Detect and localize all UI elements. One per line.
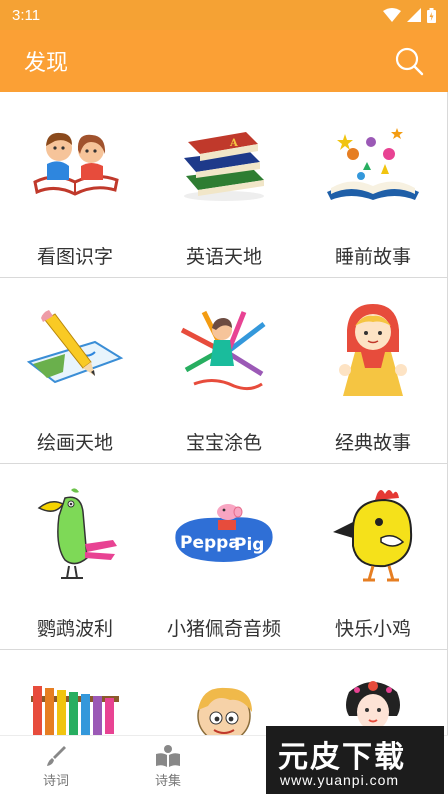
svg-text:A: A (229, 138, 238, 149)
grid-item-label: 小猪佩奇音频 (166, 618, 281, 640)
feature-grid: 看图识字 A 英语天地 睡前故事 绘画天地 宝宝涂色 经典故事 鹦鹉波利 Pep… (0, 92, 448, 735)
grid-item-english[interactable]: A 英语天地 (149, 92, 299, 278)
xylophone-icon (31, 686, 119, 735)
open-storybook-icon (327, 128, 419, 200)
book-icon (156, 745, 180, 767)
tab-poem-collection[interactable]: 诗集 (112, 736, 224, 797)
status-bar: 3:11 (0, 0, 448, 30)
pencil-drawing-icon (26, 310, 124, 384)
grid-item-label: 看图识字 (36, 246, 113, 268)
grid-item-drawing[interactable]: 绘画天地 (0, 278, 150, 464)
grid-item-look-and-learn[interactable]: 看图识字 (0, 92, 150, 278)
cartoon-boy-icon (197, 687, 252, 735)
crayons-and-girl-icon (180, 310, 266, 391)
grid-item-coloring[interactable]: 宝宝涂色 (149, 278, 299, 464)
grid-item-label: 鹦鹉波利 (36, 618, 113, 640)
signal-icon (407, 8, 421, 22)
pig-logo-text: Pig (234, 535, 264, 555)
grid-item-bedtime-stories[interactable]: 睡前故事 (298, 92, 448, 278)
brush-icon (47, 746, 66, 766)
tab-poems[interactable]: 诗词 (0, 736, 112, 797)
grid-item-happy-chick[interactable]: 快乐小鸡 (298, 464, 448, 650)
app-bar: 发现 (0, 30, 448, 92)
battery-icon (427, 7, 436, 23)
green-parrot-icon (37, 488, 117, 579)
watermark-url: www.yuanpi.com (280, 772, 400, 788)
grid-item-label: 睡前故事 (334, 246, 411, 268)
stack-of-books-icon: A (184, 132, 264, 201)
peppa-pig-logo-icon: Peppa Pig (175, 504, 273, 562)
page-title: 发现 (24, 51, 69, 76)
grid-item-label: 宝宝涂色 (185, 432, 262, 454)
grid-item-label: 英语天地 (185, 246, 262, 268)
grid-item-classic-stories[interactable]: 经典故事 (298, 278, 448, 464)
kids-reading-book-icon (33, 132, 119, 196)
peppa-logo-text: Peppa (180, 533, 240, 553)
status-time: 3:11 (12, 6, 41, 24)
grid-item-label: 绘画天地 (36, 432, 113, 454)
search-icon[interactable] (394, 46, 424, 76)
grid-item-opera-girl[interactable] (298, 650, 448, 735)
watermark: 元皮下载 www.yuanpi.com (266, 726, 444, 794)
grid-item-parrot-polly[interactable]: 鹦鹉波利 (0, 464, 150, 650)
tab-label: 诗集 (154, 774, 181, 789)
grid-item-label: 快乐小鸡 (334, 618, 411, 640)
wifi-icon (383, 8, 401, 22)
grid-item-xylophone[interactable] (0, 650, 150, 735)
grid-item-peppa-audio[interactable]: Peppa Pig 小猪佩奇音频 (149, 464, 299, 650)
watermark-title: 元皮下载 (278, 740, 406, 775)
tab-label: 诗词 (42, 774, 69, 789)
yellow-chick-icon (333, 490, 413, 582)
grid-item-label: 经典故事 (334, 432, 411, 454)
grid-item-cartoon-boy[interactable] (149, 650, 299, 735)
red-riding-hood-icon (339, 304, 407, 396)
